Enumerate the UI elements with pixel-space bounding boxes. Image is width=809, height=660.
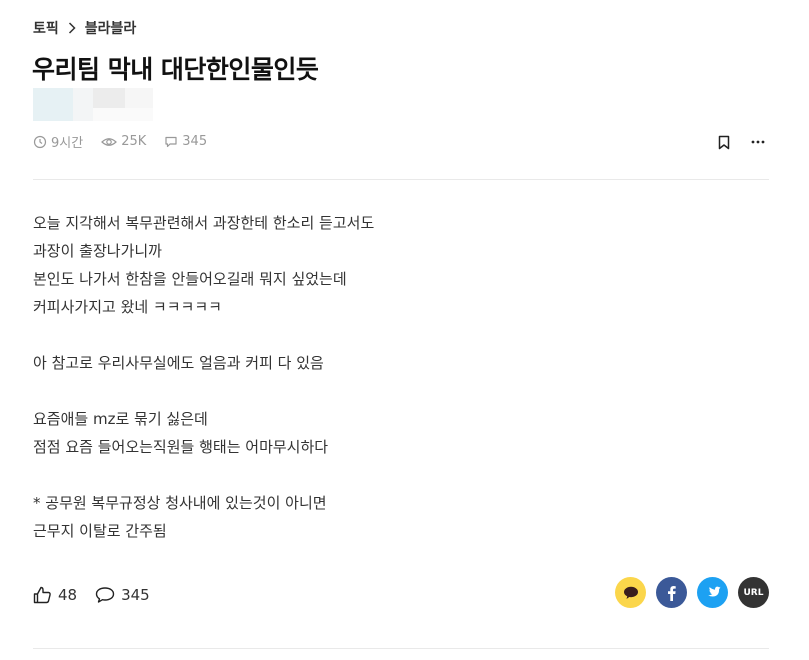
share-buttons: URL [605,577,769,608]
chevron-right-icon [68,22,76,34]
breadcrumb-topic[interactable]: 토픽 [33,18,59,38]
url-copy-button[interactable]: URL [738,577,769,608]
body-line: 본인도 나가서 한참을 안들어오길래 뭐지 싶었는데 [33,270,347,288]
divider-top [33,179,769,180]
like-count: 48 [58,586,78,604]
body-line: 과장이 출장나가니까 [33,242,162,260]
post-actions [715,133,767,151]
reactions-bar: 48 345 [33,586,168,604]
post-comments-text: 345 [182,134,208,149]
comment-button[interactable]: 345 [95,586,150,604]
author-blurred [33,88,153,121]
breadcrumb: 토픽 블라블라 [33,18,136,38]
kakao-icon [623,586,638,599]
body-line: 커피사가지고 왔네 ㅋㅋㅋㅋㅋ [33,298,222,316]
post-time-text: 9시간 [51,136,84,151]
body-line: 아 참고로 우리사무실에도 얼음과 커피 다 있음 [33,354,324,372]
comment-icon [165,136,177,147]
post-body: 오늘 지각해서 복무관련해서 과장한테 한소리 듣고서도 과장이 출장나가니까 … [33,211,753,547]
body-line: 오늘 지각해서 복무관련해서 과장한테 한소리 듣고서도 [33,214,375,232]
facebook-icon [668,585,676,601]
post-comments: 345 [164,134,207,149]
body-line: 요즘애들 mz로 묶기 싫은데 [33,410,208,428]
post-views: 25K [101,134,146,149]
post-views-text: 25K [121,134,147,149]
more-icon[interactable] [749,133,767,151]
body-blank-line [33,323,753,351]
post-title: 우리팀 막내 대단한인물인듯 [32,55,319,84]
post-time: 9시간 [33,132,83,151]
thumbs-up-icon [33,586,51,604]
facebook-share-button[interactable] [656,577,687,608]
body-blank-line [33,463,753,491]
post-meta: 9시간 25K 345 [33,132,225,151]
eye-icon [101,137,118,146]
twitter-icon [707,586,721,597]
breadcrumb-board[interactable]: 블라블라 [85,18,137,38]
clock-icon [33,135,47,148]
body-blank-line [33,379,753,407]
bookmark-icon[interactable] [715,133,733,151]
kakao-share-button[interactable] [615,577,646,608]
body-line: 점점 요즘 들어오는직원들 행태는 어마무시하다 [33,438,329,456]
body-line: * 공무원 복무규정상 청사내에 있는것이 아니면 [33,494,327,512]
body-line: 근무지 이탈로 간주됨 [33,522,167,540]
twitter-share-button[interactable] [697,577,728,608]
like-button[interactable]: 48 [33,586,77,604]
divider-bottom [33,648,769,649]
comment-icon [95,587,115,603]
comment-count: 345 [121,586,150,604]
